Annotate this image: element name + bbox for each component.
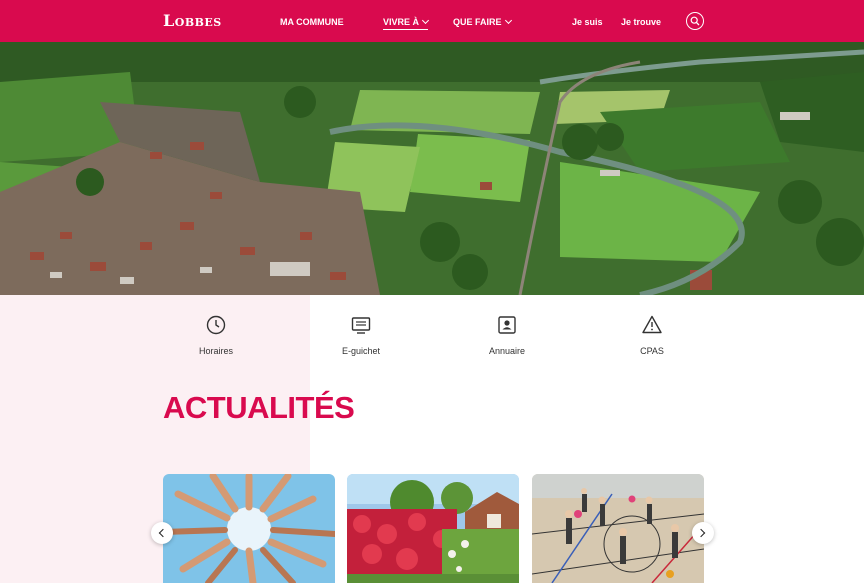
news-section-title: ACTUALITÉS (163, 390, 355, 425)
news-card-image (532, 474, 704, 583)
quick-link-e-guichet[interactable]: E-guichet (311, 314, 411, 356)
chevron-down-icon (421, 16, 430, 25)
site-logo[interactable]: Lobbes (163, 11, 222, 30)
search-icon (690, 16, 700, 26)
monitor-icon (351, 317, 371, 334)
quick-link-label: Annuaire (488, 346, 526, 356)
news-card[interactable] (347, 474, 519, 583)
news-card[interactable] (163, 474, 335, 583)
quick-link-cpas[interactable]: CPAS (602, 314, 702, 356)
search-button[interactable] (686, 12, 704, 30)
carousel-next-button[interactable] (692, 522, 714, 544)
nav-que-faire[interactable]: QUE FAIRE (453, 16, 512, 27)
quick-link-label: E-guichet (341, 346, 381, 356)
hero-aerial-image (0, 42, 864, 295)
quick-link-annuaire[interactable]: Annuaire (457, 314, 557, 356)
quick-link-horaires[interactable]: Horaires (166, 314, 266, 356)
news-card[interactable] (532, 474, 704, 583)
je-suis-link[interactable]: Je suis (572, 17, 603, 27)
quick-link-label: Horaires (198, 346, 233, 356)
chevron-left-icon (158, 528, 168, 538)
clock-icon (206, 315, 226, 335)
news-card-image (163, 474, 335, 583)
nav-vivre-a[interactable]: VIVRE À (383, 16, 430, 30)
chevron-down-icon (504, 16, 512, 25)
je-trouve-link[interactable]: Je trouve (621, 17, 661, 27)
nav-label: QUE FAIRE (453, 17, 502, 27)
carousel-prev-button[interactable] (151, 522, 173, 544)
nav-label: MA COMMUNE (280, 17, 344, 27)
warning-icon (642, 315, 662, 334)
site-header: Lobbes MA COMMUNE VIVRE À QUE FAIRE Je s… (0, 0, 864, 42)
news-card-image (347, 474, 519, 583)
contact-card-icon (498, 316, 516, 334)
quick-link-label: CPAS (640, 346, 664, 356)
nav-label: VIVRE À (383, 17, 420, 27)
nav-ma-commune[interactable]: MA COMMUNE (280, 17, 344, 27)
chevron-right-icon (696, 528, 706, 538)
